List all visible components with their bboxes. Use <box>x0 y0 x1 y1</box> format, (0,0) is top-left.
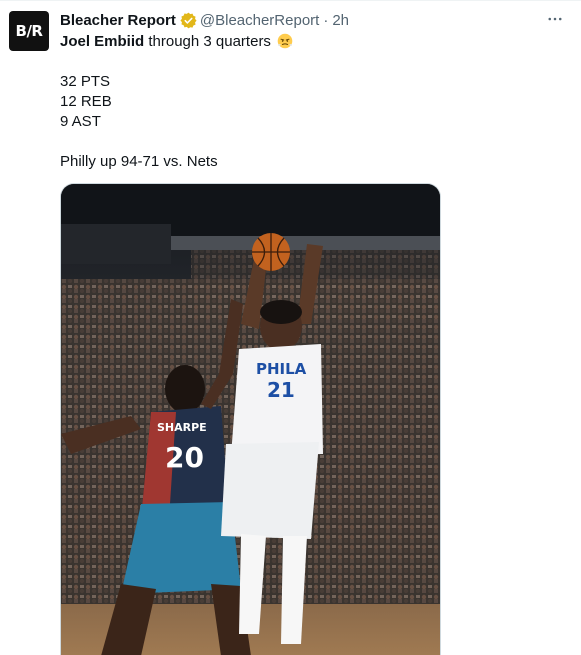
player-mention[interactable]: Joel Embiid <box>60 33 144 50</box>
face-with-steam-icon <box>277 33 293 49</box>
shooter-jersey-team: PHILA <box>256 360 307 378</box>
stat-points: 32 PTS <box>60 73 111 90</box>
basketball-photo: SHARPE 20 PHILA 21 <box>61 184 440 655</box>
tweet-line-1: Joel Embiid through 3 quarters <box>60 32 560 52</box>
basketball-icon <box>252 233 290 271</box>
separator-dot: · <box>323 11 329 29</box>
avatar[interactable]: B/R <box>9 11 49 51</box>
stat-assists: 9 AST <box>60 113 101 130</box>
tweet-card[interactable]: B/R Bleacher Report @BleacherReport · 2h… <box>0 0 581 655</box>
tweet-header: Bleacher Report @BleacherReport · 2h <box>60 10 349 30</box>
tweet-line-1-text: through 3 quarters <box>144 33 271 50</box>
defender-jersey-name: SHARPE <box>157 421 207 434</box>
tweet-photo[interactable]: SHARPE 20 PHILA 21 <box>60 183 441 655</box>
verified-badge-icon[interactable] <box>180 12 197 29</box>
tweet-text: Joel Embiid through 3 quarters 32 PTS 12… <box>60 32 560 172</box>
author-handle[interactable]: @BleacherReport <box>200 12 319 29</box>
timestamp[interactable]: 2h <box>332 12 349 29</box>
shooter-jersey-number: 21 <box>267 378 295 402</box>
defender-jersey-number: 20 <box>165 441 204 474</box>
score-line: Philly up 94-71 vs. Nets <box>60 153 218 170</box>
stat-rebounds: 12 REB <box>60 93 112 110</box>
more-horizontal-icon[interactable] <box>545 9 565 29</box>
author-name[interactable]: Bleacher Report <box>60 12 176 29</box>
